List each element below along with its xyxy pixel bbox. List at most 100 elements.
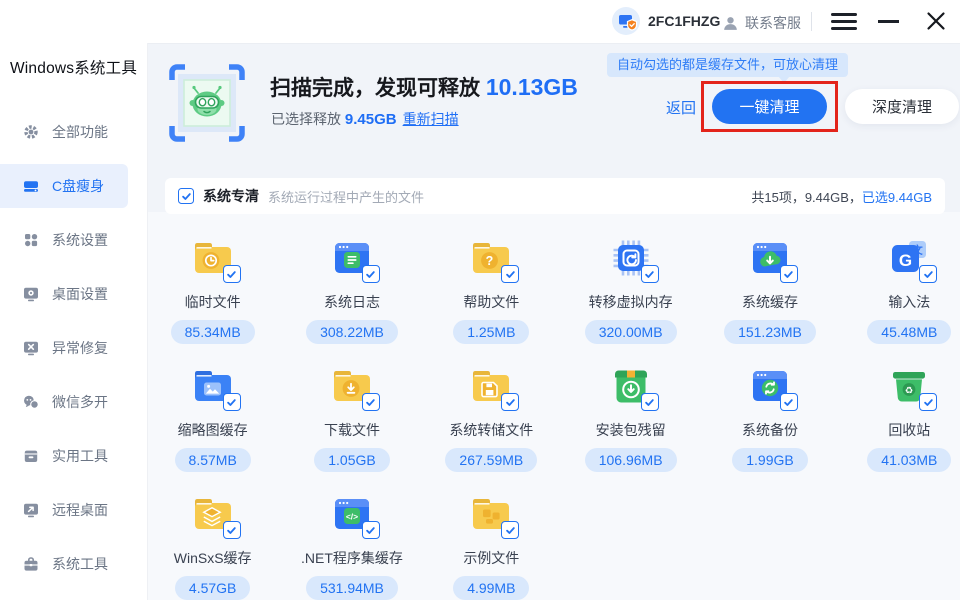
item-name: 帮助文件 <box>463 294 520 310</box>
cleanup-item[interactable]: ♻ 回收站 41.03MB <box>840 349 960 477</box>
section-subtitle: 系统运行过程中产生的文件 <box>268 189 425 205</box>
box-minus-icon <box>23 448 39 464</box>
item-size-badge: 106.96MB <box>584 448 677 472</box>
cleanup-item[interactable]: 转移虚拟内存 320.00MB <box>561 221 700 349</box>
minimize-button[interactable] <box>878 20 899 23</box>
item-checkbox[interactable] <box>361 521 380 539</box>
cleanup-item[interactable]: 缩略图缓存 8.57MB <box>143 349 282 477</box>
scan-result-title: 扫描完成，发现可释放 10.13GB <box>270 74 578 100</box>
item-checkbox[interactable] <box>361 265 380 283</box>
cleanup-item[interactable]: 系统备份 1.99GB <box>700 349 839 477</box>
item-icon-wrap: 文G <box>884 233 938 283</box>
item-icon-wrap <box>327 233 380 283</box>
item-name: 系统日志 <box>323 294 380 310</box>
cleanup-item[interactable]: ? 帮助文件 1.25MB <box>422 221 561 349</box>
item-checkbox[interactable] <box>501 521 520 539</box>
item-name: 转移虚拟内存 <box>588 294 673 310</box>
sidebar-item-0[interactable]: 全部功能 <box>0 110 147 154</box>
cleanup-item[interactable]: </> .NET程序集缓存 531.94MB <box>282 477 421 600</box>
item-name: 安装包残留 <box>595 422 666 438</box>
section-checkbox[interactable] <box>178 188 194 204</box>
sidebar-item-label: 系统设置 <box>52 232 108 248</box>
item-name: 示例文件 <box>463 550 520 566</box>
sidebar-item-2[interactable]: 系统设置 <box>0 218 147 262</box>
cleanup-item[interactable]: 系统日志 308.22MB <box>282 221 421 349</box>
cleanup-item[interactable]: 示例文件 4.99MB <box>422 477 561 600</box>
user-account[interactable]: 2FC1FHZG <box>612 7 720 35</box>
item-checkbox[interactable] <box>222 265 241 283</box>
selected-total: 已选9.44GB <box>861 189 932 205</box>
svg-text:?: ? <box>486 254 494 268</box>
item-checkbox[interactable] <box>779 393 798 411</box>
section-title: 系统专清 <box>203 188 259 204</box>
item-icon-wrap <box>745 361 798 411</box>
tooltip-arrow <box>778 76 790 83</box>
item-size-badge: 45.48MB <box>867 320 952 344</box>
user-id: 2FC1FHZG <box>648 13 721 29</box>
item-icon-wrap <box>466 489 520 539</box>
item-size-badge: 320.00MB <box>584 320 677 344</box>
item-size-badge: 531.94MB <box>306 576 398 600</box>
item-checkbox[interactable] <box>919 265 938 283</box>
menu-icon[interactable] <box>831 13 857 30</box>
item-size-badge: 4.99MB <box>453 576 530 600</box>
sidebar-item-5[interactable]: 微信多开 <box>0 380 147 424</box>
sidebar-item-label: 微信多开 <box>52 394 108 410</box>
item-icon-wrap: ? <box>466 233 520 283</box>
contact-support-button[interactable]: 联系客服 <box>722 13 801 33</box>
svg-text:♻: ♻ <box>905 386 914 397</box>
item-checkbox[interactable] <box>361 393 380 411</box>
sidebar-item-6[interactable]: 实用工具 <box>0 434 147 478</box>
item-name: 系统转储文件 <box>449 422 534 438</box>
gear-icon <box>23 124 39 140</box>
item-checkbox[interactable] <box>640 265 659 283</box>
item-checkbox[interactable] <box>919 393 938 411</box>
cleanup-item[interactable]: 文G 输入法 45.48MB <box>840 221 960 349</box>
cleanup-item[interactable]: 临时文件 85.34MB <box>143 221 282 349</box>
titlebar-separator <box>811 12 812 31</box>
back-button[interactable]: 返回 <box>666 97 696 118</box>
item-name: 系统备份 <box>741 422 798 438</box>
cleanup-item[interactable]: 安装包残留 106.96MB <box>561 349 700 477</box>
sidebar-item-label: 远程桌面 <box>52 502 108 518</box>
sidebar-item-4[interactable]: 异常修复 <box>0 326 147 370</box>
desktop-arrow-icon <box>23 502 39 518</box>
close-button[interactable] <box>925 10 947 32</box>
item-icon-wrap <box>327 361 380 411</box>
deep-clean-button[interactable]: 深度清理 <box>845 89 959 124</box>
desktop-gear-icon <box>23 286 39 302</box>
item-name: 缩略图缓存 <box>177 422 248 438</box>
item-checkbox[interactable] <box>501 265 520 283</box>
monitor-shield-icon <box>612 7 640 35</box>
item-name: .NET程序集缓存 <box>301 550 403 566</box>
item-checkbox[interactable] <box>222 521 241 539</box>
sidebar: Windows系统工具 全部功能 C盘瘦身 系统设置 桌面设置 异常修复 微信多开 实用工具… <box>0 0 148 600</box>
scan-selected-line: 已选择释放 9.45GB 重新扫描 <box>271 111 459 128</box>
cleanup-item[interactable]: WinSxS缓存 4.57GB <box>143 477 282 600</box>
sidebar-item-8[interactable]: 系统工具 <box>0 542 147 586</box>
item-name: 回收站 <box>888 422 931 438</box>
rescan-link[interactable]: 重新扫描 <box>403 111 459 127</box>
item-icon-wrap <box>188 361 241 411</box>
cleanup-item[interactable]: 系统转储文件 267.59MB <box>422 349 561 477</box>
sidebar-item-label: 桌面设置 <box>52 286 108 302</box>
scan-robot-icon <box>169 64 245 142</box>
sidebar-item-1[interactable]: C盘瘦身 <box>0 164 128 208</box>
item-checkbox[interactable] <box>222 393 241 411</box>
section-header: 系统专清 系统运行过程中产生的文件 共15项，9.44GB，已选9.44GB <box>165 178 945 214</box>
item-checkbox[interactable] <box>640 393 659 411</box>
sidebar-item-7[interactable]: 远程桌面 <box>0 488 147 532</box>
item-checkbox[interactable] <box>501 393 520 411</box>
one-click-clean-button[interactable]: 一键清理 <box>712 89 827 124</box>
cleanup-item[interactable]: 下载文件 1.05GB <box>282 349 421 477</box>
selected-size-value: 9.45GB <box>344 111 397 128</box>
item-icon-wrap <box>188 489 241 539</box>
item-name: 系统缓存 <box>741 294 798 310</box>
item-size-badge: 267.59MB <box>445 448 538 472</box>
svg-text:G: G <box>899 251 912 270</box>
item-checkbox[interactable] <box>779 265 798 283</box>
sidebar-item-3[interactable]: 桌面设置 <box>0 272 147 316</box>
item-size-badge: 1.25MB <box>453 320 530 344</box>
item-name: 下载文件 <box>323 422 380 438</box>
cleanup-item[interactable]: 系统缓存 151.23MB <box>700 221 839 349</box>
